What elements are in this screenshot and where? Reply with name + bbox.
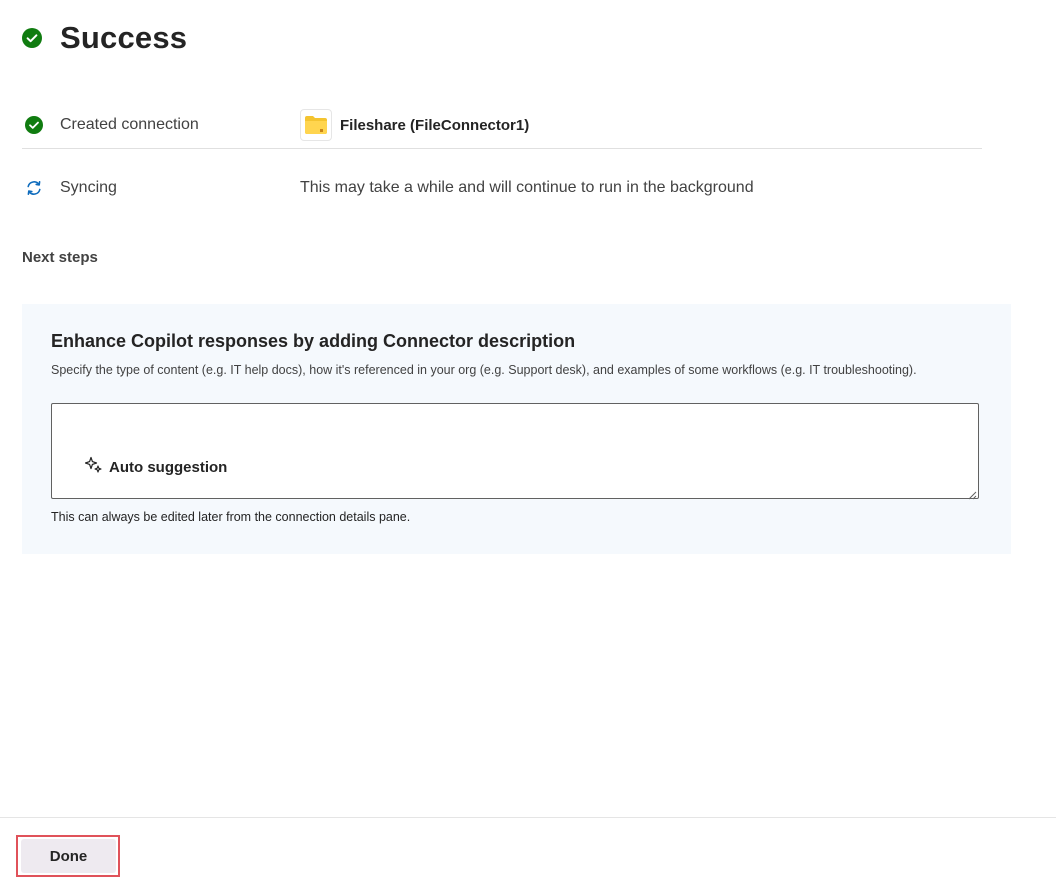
footer-divider (0, 817, 1056, 818)
page-title: Success (60, 20, 188, 55)
done-button[interactable]: Done (21, 839, 116, 873)
connection-info: Fileshare (FileConnector1) (300, 109, 529, 141)
sparkle-icon (84, 456, 103, 479)
check-circle-icon (24, 115, 44, 135)
status-label: Created connection (60, 116, 199, 133)
status-row-created-connection: Created connection Fileshare (FileConnec… (22, 102, 982, 149)
resize-handle-icon[interactable] (967, 487, 977, 500)
sync-status-text: This may take a while and will continue … (300, 179, 754, 196)
auto-suggestion-button[interactable]: Auto suggestion (84, 456, 228, 479)
next-steps-heading: Next steps (22, 249, 98, 266)
connector-description-card: Enhance Copilot responses by adding Conn… (22, 304, 1011, 554)
card-title: Enhance Copilot responses by adding Conn… (51, 331, 576, 351)
check-circle-icon (22, 28, 42, 48)
status-row-syncing: Syncing This may take a while and will c… (22, 166, 982, 210)
page-header: Success (22, 20, 187, 56)
connection-name: Fileshare (FileConnector1) (340, 116, 530, 134)
status-label: Syncing (60, 179, 117, 196)
card-description: Specify the type of content (e.g. IT hel… (51, 363, 917, 377)
sync-icon (24, 178, 44, 198)
card-hint: This can always be edited later from the… (51, 510, 411, 524)
auto-suggestion-label: Auto suggestion (109, 459, 228, 476)
connector-description-input[interactable]: Auto suggestion (51, 403, 979, 500)
folder-icon (300, 109, 332, 141)
